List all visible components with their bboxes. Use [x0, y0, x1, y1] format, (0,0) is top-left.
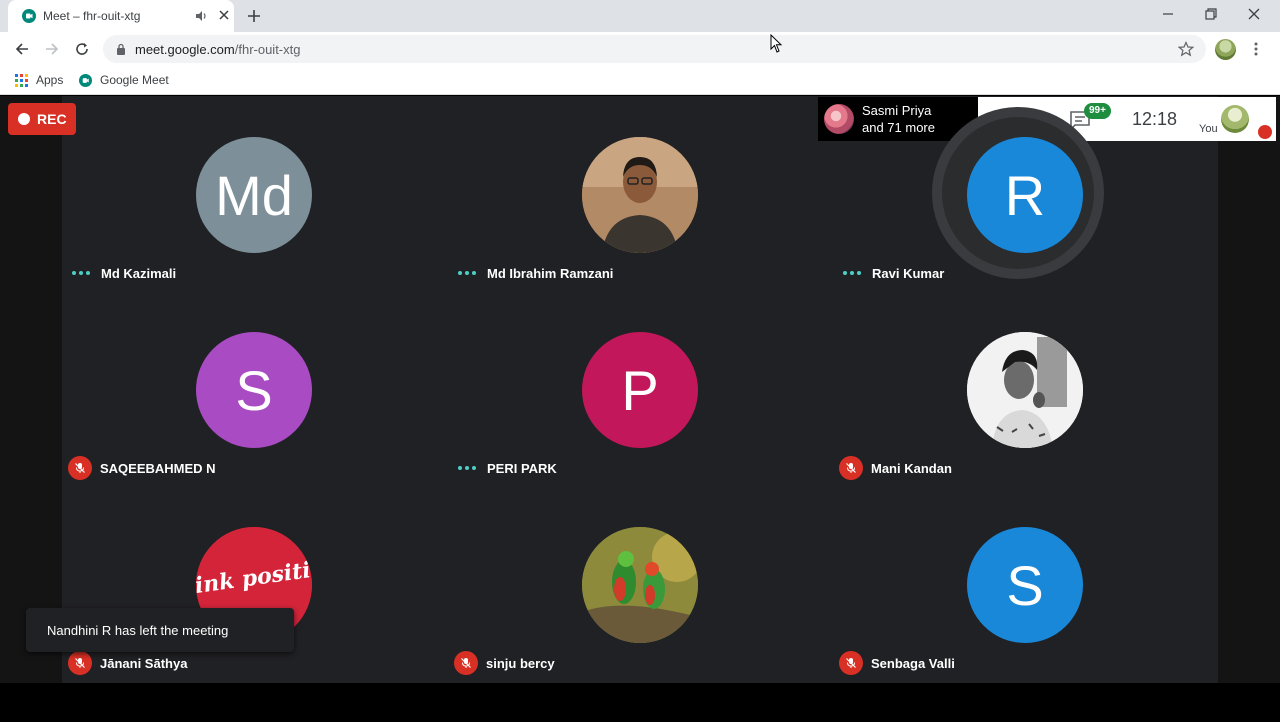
- toast-text: Nandhini R has left the meeting: [47, 622, 229, 638]
- google-meet-icon: [22, 9, 36, 23]
- browser-toolbar: meet.google.com/fhr-ouit-xtg: [0, 32, 1280, 66]
- rec-label: REC: [37, 111, 67, 127]
- google-meet-icon: [79, 73, 92, 87]
- apps-grid-icon: [15, 73, 28, 87]
- new-tab-icon[interactable]: [246, 8, 262, 24]
- bookmark-google-meet[interactable]: Google Meet: [79, 72, 169, 88]
- presenter-avatar: [824, 104, 854, 134]
- participant-name-row: Mani Kandan: [839, 456, 952, 480]
- man-photo-icon: [582, 137, 698, 253]
- participant-name-row: Senbaga Valli: [839, 651, 955, 675]
- audio-activity-icon: [69, 261, 93, 285]
- back-icon[interactable]: [14, 41, 30, 57]
- meeting-clock: 12:18: [1132, 109, 1178, 129]
- presenter-name: Sasmi Priya: [862, 103, 932, 118]
- bookmarks-bar: Apps Google Meet: [0, 66, 1280, 95]
- mouse-cursor-icon: [770, 34, 783, 53]
- self-mic-off-icon: [1258, 125, 1272, 139]
- chat-unread-badge: 99+: [1084, 103, 1111, 119]
- speaker-icon[interactable]: [194, 9, 208, 23]
- minimize-icon[interactable]: [1160, 6, 1176, 22]
- participant-avatar: S: [196, 332, 312, 448]
- reload-icon[interactable]: [74, 41, 90, 57]
- participant-name: PERI PARK: [487, 460, 557, 476]
- participant-name-row: Md Ibrahim Ramzani: [455, 261, 613, 285]
- recording-badge: REC: [8, 103, 76, 135]
- participant-avatar: [582, 137, 698, 253]
- participant-tile[interactable]: S SAQEEBAHMED N: [62, 332, 447, 527]
- participant-name-row: Md Kazimali: [69, 261, 176, 285]
- participant-tile[interactable]: Md Md Kazimali: [62, 137, 447, 332]
- participant-name-row: Jānani Sāthya: [68, 651, 187, 675]
- participant-name: sinju bercy: [486, 655, 555, 671]
- participant-avatar: [967, 332, 1083, 448]
- participant-tile[interactable]: Mani Kandan: [833, 332, 1218, 527]
- bookmark-star-icon[interactable]: [1178, 41, 1194, 57]
- participant-name: Md Kazimali: [101, 265, 177, 281]
- participant-tile[interactable]: P PERI PARK: [447, 332, 832, 527]
- participant-name-row: sinju bercy: [454, 651, 555, 675]
- presenter-more: and 71 more: [862, 120, 935, 135]
- participant-name: Mani Kandan: [871, 460, 952, 476]
- presenter-text: Sasmi Priya and 71 more: [862, 102, 935, 136]
- self-avatar[interactable]: [1221, 105, 1249, 133]
- mic-off-icon: [454, 651, 478, 675]
- bookmark-label: Google Meet: [100, 73, 169, 87]
- participant-tile[interactable]: S Senbaga Valli: [833, 527, 1218, 722]
- participant-tile[interactable]: Md Ibrahim Ramzani: [447, 137, 832, 332]
- participant-name-row: PERI PARK: [455, 456, 557, 480]
- bw-man-photo-icon: [967, 332, 1083, 448]
- mic-off-icon: [68, 651, 92, 675]
- participant-avatar: P: [582, 332, 698, 448]
- participant-avatar: [582, 527, 698, 643]
- participant-name: Senbaga Valli: [871, 655, 955, 671]
- lock-icon[interactable]: [116, 43, 126, 55]
- mic-off-icon: [839, 651, 863, 675]
- mic-off-icon: [839, 456, 863, 480]
- right-margin: [1218, 96, 1280, 683]
- participant-avatar: Md: [196, 137, 312, 253]
- address-bar[interactable]: meet.google.com/fhr-ouit-xtg: [103, 35, 1206, 63]
- menu-kebab-icon[interactable]: [1250, 41, 1262, 57]
- audio-activity-icon: [455, 261, 479, 285]
- participant-tile-active-speaker[interactable]: R Ravi Kumar: [833, 107, 1218, 332]
- participant-avatar: S: [967, 527, 1083, 643]
- notification-toast: Nandhini R has left the meeting: [26, 608, 294, 652]
- participant-name-row: Ravi Kumar: [840, 261, 944, 285]
- parrots-photo-icon: [582, 527, 698, 643]
- participant-name: SAQEEBAHMED N: [100, 460, 216, 476]
- profile-avatar[interactable]: [1215, 39, 1236, 60]
- browser-tab-meet[interactable]: Meet – fhr-ouit-xtg: [8, 0, 234, 32]
- forward-icon[interactable]: [44, 41, 60, 57]
- url-text: meet.google.com/fhr-ouit-xtg: [135, 42, 301, 57]
- bookmark-apps[interactable]: Apps: [15, 72, 63, 88]
- audio-activity-icon: [455, 456, 479, 480]
- participant-avatar: R: [967, 137, 1083, 253]
- restore-icon[interactable]: [1203, 6, 1219, 22]
- left-margin: [0, 96, 62, 683]
- participant-name: Jānani Sāthya: [100, 655, 188, 671]
- record-dot-icon: [18, 113, 30, 125]
- participant-name: Ravi Kumar: [872, 265, 945, 281]
- tab-strip: Meet – fhr-ouit-xtg: [0, 0, 1280, 32]
- tab-title: Meet – fhr-ouit-xtg: [43, 9, 141, 23]
- close-tab-icon[interactable]: [217, 8, 231, 22]
- close-window-icon[interactable]: [1246, 6, 1262, 22]
- participant-tile[interactable]: sinju bercy: [447, 527, 832, 722]
- mic-off-icon: [68, 456, 92, 480]
- participant-name-row: SAQEEBAHMED N: [68, 456, 216, 480]
- bookmark-label: Apps: [36, 73, 64, 87]
- audio-activity-icon: [840, 261, 864, 285]
- participant-name: Md Ibrahim Ramzani: [487, 265, 614, 281]
- you-label: You: [1199, 123, 1218, 135]
